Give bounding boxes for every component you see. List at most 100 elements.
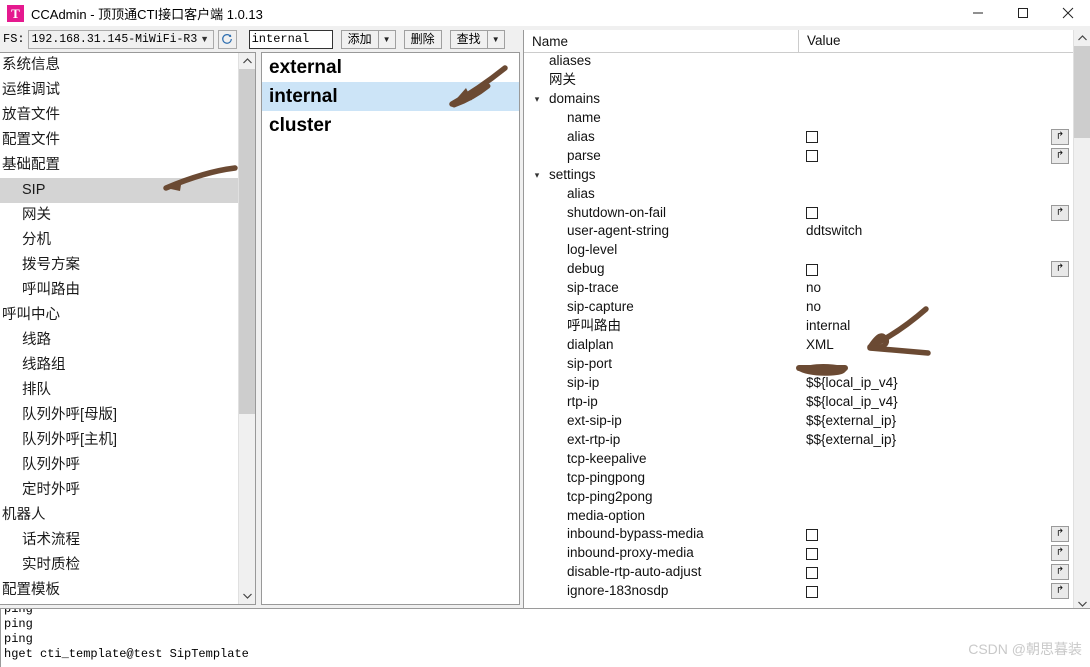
sidebar-item-label: 队列外呼[母版] <box>22 407 118 423</box>
table-row[interactable]: user-agent-string ddtswitch <box>524 222 1073 241</box>
sidebar-scrollbar[interactable] <box>238 53 255 604</box>
table-row[interactable]: log-level <box>524 241 1073 260</box>
sidebar-item-label: 机器人 <box>2 507 46 523</box>
profile-list-item[interactable]: cluster <box>262 111 519 140</box>
sidebar-item[interactable]: 机器人 <box>0 503 239 528</box>
table-row[interactable]: aliases <box>524 52 1073 71</box>
sidebar-item[interactable]: 网关 <box>0 203 239 228</box>
chevron-down-icon[interactable]: ▾ <box>531 166 543 185</box>
property-tree-scroll-thumb[interactable] <box>1074 46 1090 138</box>
sidebar-item[interactable]: 实时质检 <box>0 553 239 578</box>
row-action-button[interactable]: ↱ <box>1051 128 1069 145</box>
profile-list-item[interactable]: internal <box>262 82 519 111</box>
table-row[interactable]: 呼叫路由 internal <box>524 317 1073 336</box>
table-row[interactable]: disable-rtp-auto-adjust ↱ <box>524 563 1073 582</box>
sidebar-scroll-thumb[interactable] <box>239 69 255 414</box>
sidebar-item[interactable]: 配置模板 <box>0 578 239 603</box>
find-button[interactable]: 查找 ▼ <box>449 29 505 49</box>
property-name: name <box>567 109 601 125</box>
scroll-up-icon[interactable] <box>1074 30 1090 46</box>
server-select[interactable]: 192.168.31.145-MiWiFi-R3D-srv<tes ▼ <box>27 29 214 49</box>
checkbox[interactable] <box>806 263 818 276</box>
sidebar-item[interactable]: 队列外呼 <box>0 453 239 478</box>
table-row[interactable]: inbound-bypass-media ↱ <box>524 525 1073 544</box>
table-row[interactable]: debug ↱ <box>524 260 1073 279</box>
table-row[interactable]: ▾ domains <box>524 90 1073 109</box>
search-input[interactable] <box>248 29 333 49</box>
sidebar-item[interactable]: 线路 <box>0 328 239 353</box>
checkbox[interactable] <box>806 206 818 219</box>
sidebar-item[interactable]: 呼叫路由 <box>0 278 239 303</box>
sidebar-item[interactable]: 线路组 <box>0 353 239 378</box>
checkbox[interactable] <box>806 585 818 598</box>
checkbox[interactable] <box>806 150 818 163</box>
sidebar-item[interactable]: 拨号方案 <box>0 253 239 278</box>
table-row[interactable]: ext-sip-ip $${external_ip} <box>524 412 1073 431</box>
checkbox[interactable] <box>806 547 818 560</box>
table-row[interactable]: parse ↱ <box>524 147 1073 166</box>
minimize-icon[interactable] <box>955 0 1000 26</box>
maximize-icon[interactable] <box>1000 0 1045 26</box>
table-row[interactable]: shutdown-on-fail ↱ <box>524 204 1073 223</box>
sidebar-item[interactable]: 配置文件 <box>0 128 239 153</box>
table-row[interactable]: dialplan XML <box>524 336 1073 355</box>
table-row[interactable]: rtp-ip $${local_ip_v4} <box>524 393 1073 412</box>
sidebar-item[interactable]: SIP <box>0 178 239 203</box>
scroll-up-icon[interactable] <box>239 53 255 69</box>
add-button[interactable]: 添加 ▼ <box>340 29 396 49</box>
table-row[interactable]: alias ↱ <box>524 128 1073 147</box>
row-action-button[interactable]: ↱ <box>1051 526 1069 543</box>
checkbox[interactable] <box>806 131 818 144</box>
delete-button[interactable]: 删除 <box>403 29 442 49</box>
row-action-button[interactable]: ↱ <box>1051 564 1069 581</box>
chevron-down-icon[interactable]: ▾ <box>531 90 543 109</box>
sidebar-item[interactable]: 分机 <box>0 228 239 253</box>
sidebar-item-label: 队列外呼[主机] <box>22 432 118 448</box>
property-name: ext-sip-ip <box>567 412 622 428</box>
row-action-button[interactable]: ↱ <box>1051 583 1069 600</box>
sidebar-item[interactable]: 系统信息 <box>0 53 239 78</box>
sidebar-item[interactable]: 排队 <box>0 378 239 403</box>
property-tree-scrollbar[interactable] <box>1073 30 1090 612</box>
table-row[interactable]: sip-port <box>524 355 1073 374</box>
checkbox[interactable] <box>806 566 818 579</box>
profile-list-item[interactable]: external <box>262 53 519 82</box>
sidebar-item[interactable]: 队列外呼[主机] <box>0 428 239 453</box>
sidebar-item[interactable]: 队列外呼[母版] <box>0 403 239 428</box>
table-row[interactable]: tcp-keepalive <box>524 450 1073 469</box>
row-action-button[interactable]: ↱ <box>1051 545 1069 562</box>
scroll-down-icon[interactable] <box>239 588 255 604</box>
table-row[interactable]: inbound-proxy-media ↱ <box>524 544 1073 563</box>
table-row[interactable]: name <box>524 109 1073 128</box>
console-output[interactable]: ping ping ping hget cti_template@test SipTe… <box>0 608 1090 667</box>
row-action-button[interactable]: ↱ <box>1051 261 1069 278</box>
table-row[interactable]: media-option <box>524 507 1073 526</box>
refresh-button[interactable] <box>217 29 237 49</box>
table-row[interactable]: ignore-183nosdp ↱ <box>524 582 1073 601</box>
add-dropdown-chevron-down-icon[interactable]: ▼ <box>377 30 395 48</box>
sidebar-item[interactable]: 呼叫中心 <box>0 303 239 328</box>
table-row[interactable]: sip-trace no <box>524 279 1073 298</box>
close-icon[interactable] <box>1045 0 1090 26</box>
checkbox[interactable] <box>806 528 818 541</box>
table-row[interactable]: ▾ settings <box>524 166 1073 185</box>
table-row[interactable]: sip-capture no <box>524 298 1073 317</box>
sidebar-item[interactable]: 话术流程 <box>0 528 239 553</box>
sidebar-item[interactable]: 放音文件 <box>0 103 239 128</box>
sidebar-item[interactable]: 运维调试 <box>0 78 239 103</box>
row-action-button[interactable]: ↱ <box>1051 147 1069 164</box>
row-action-button[interactable]: ↱ <box>1051 204 1069 221</box>
table-row[interactable]: sip-ip $${local_ip_v4} <box>524 374 1073 393</box>
sidebar-item[interactable]: 定时外呼 <box>0 478 239 503</box>
table-row[interactable]: tcp-pingpong <box>524 469 1073 488</box>
find-dropdown-chevron-down-icon[interactable]: ▼ <box>486 30 504 48</box>
column-header-value: Value <box>798 30 1073 52</box>
sidebar-item-label: 基础配置 <box>2 157 60 173</box>
sidebar-item[interactable]: 基础配置 <box>0 153 239 178</box>
table-row[interactable]: tcp-ping2pong <box>524 488 1073 507</box>
property-name: tcp-pingpong <box>567 469 646 485</box>
table-row[interactable]: ext-rtp-ip $${external_ip} <box>524 431 1073 450</box>
sidebar-item-label: 呼叫中心 <box>2 307 60 323</box>
table-row[interactable]: 网关 <box>524 71 1073 90</box>
table-row[interactable]: alias <box>524 185 1073 204</box>
